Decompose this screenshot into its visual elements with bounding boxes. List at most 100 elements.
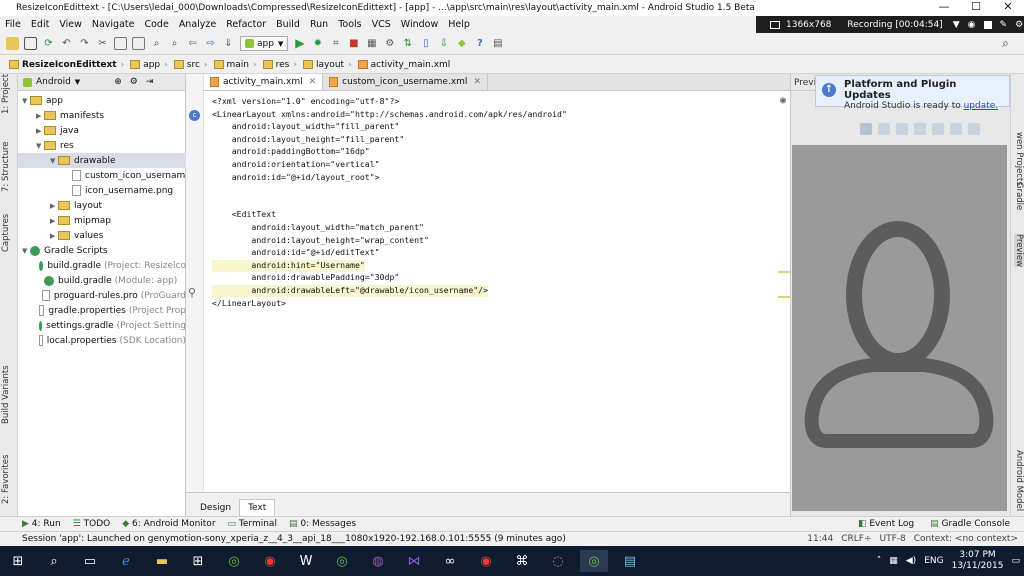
menu-vcs[interactable]: VCS <box>367 19 396 30</box>
chevron-down-icon[interactable]: ▼ <box>22 247 30 255</box>
zoom-out-icon[interactable] <box>914 123 926 135</box>
slack-icon[interactable]: ⌘ <box>508 550 536 572</box>
tab-gradle[interactable]: Gradle <box>1014 182 1024 210</box>
store-icon[interactable]: ⊞ <box>184 550 212 572</box>
dropdown-icon[interactable]: ▼ <box>953 20 960 30</box>
cut-icon[interactable]: ✂ <box>96 37 109 50</box>
hide-panel-icon[interactable]: ⇥ <box>146 77 154 87</box>
tree-item[interactable]: build.gradle (Module: app) <box>18 273 186 288</box>
tab-structure[interactable]: 7: Structure <box>1 141 11 192</box>
find-icon[interactable]: ⌕ <box>150 37 163 50</box>
settings-icon[interactable]: ⚙ <box>130 77 138 87</box>
chevron-down-icon[interactable]: ▼ <box>22 97 30 105</box>
line-separator[interactable]: CRLF÷ <box>841 534 871 544</box>
tab-build-variants[interactable]: Build Variants <box>1 365 11 424</box>
screenshot-icon[interactable] <box>950 123 962 135</box>
edge-icon[interactable]: ℯ <box>112 550 140 572</box>
tool-window-button[interactable]: ▶ 4: Run <box>22 519 61 529</box>
class-icon[interactable]: c <box>189 110 200 121</box>
breadcrumb-item[interactable]: main › <box>211 60 260 70</box>
onenote-icon[interactable]: ◍ <box>364 550 392 572</box>
chevron-down-icon[interactable]: ▼ <box>50 157 58 165</box>
breadcrumb-item[interactable]: ResizeIconEdittext › <box>6 60 127 70</box>
notifications-icon[interactable]: ▭ <box>1011 556 1020 566</box>
close-tab-icon[interactable]: ✕ <box>309 77 317 87</box>
tree-item[interactable]: local.properties (SDK Location) <box>18 333 186 348</box>
tree-item[interactable]: ▶ java <box>18 123 186 138</box>
android-studio-icon[interactable]: ◎ <box>220 550 248 572</box>
tool-window-button[interactable]: ◧ Event Log <box>858 519 914 529</box>
tree-item[interactable]: ▶ mipmap <box>18 213 186 228</box>
caret-position[interactable]: 11:44 <box>807 534 833 544</box>
help-icon[interactable]: ? <box>473 37 486 50</box>
menu-code[interactable]: Code <box>139 19 173 30</box>
project-structure-icon[interactable]: ▦ <box>365 37 378 50</box>
sdk-manager-icon[interactable]: ⇩ <box>437 37 450 50</box>
chevron-right-icon[interactable]: ▶ <box>50 202 58 210</box>
context[interactable]: Context: <no context> <box>914 534 1018 544</box>
replace-icon[interactable]: ⌕ <box>168 37 181 50</box>
menu-edit[interactable]: Edit <box>26 19 54 30</box>
tree-item[interactable]: ▼ Gradle Scripts <box>18 243 186 258</box>
scroll-from-source-icon[interactable]: ⊕ <box>114 77 122 87</box>
menu-tools[interactable]: Tools <box>333 19 366 30</box>
tab-preview[interactable]: Preview <box>1014 234 1024 268</box>
zoom-in-icon[interactable] <box>896 123 908 135</box>
zoom-fit-icon[interactable] <box>860 123 872 135</box>
tree-item[interactable]: ▼ res <box>18 138 186 153</box>
chevron-down-icon[interactable]: ▼ <box>75 78 80 86</box>
run-config-select[interactable]: app ▼ <box>240 36 289 51</box>
breadcrumb-item[interactable]: src › <box>171 60 211 70</box>
chrome-icon[interactable]: ◉ <box>256 550 284 572</box>
settings-icon[interactable]: ⚙ <box>383 37 396 50</box>
android-studio-icon-2[interactable]: ◎ <box>328 550 356 572</box>
redo-icon[interactable]: ↷ <box>78 37 91 50</box>
back-icon[interactable]: ⇦ <box>186 37 199 50</box>
gear-icon[interactable]: ⚙ <box>1015 20 1023 30</box>
android-monitor-icon[interactable]: ◆ <box>455 37 468 50</box>
tree-item[interactable]: build.gradle (Project: Resizelco <box>18 258 186 273</box>
stop-run-icon[interactable]: ■ <box>347 37 360 50</box>
android-studio-active-icon[interactable]: ◎ <box>580 550 608 572</box>
tree-item[interactable]: icon_username.png <box>18 183 186 198</box>
network-icon[interactable]: ▦ <box>889 556 898 566</box>
update-notification[interactable]: ↑ Platform and Plugin Updates Android St… <box>815 75 1010 111</box>
tab-design[interactable]: Design <box>192 500 239 516</box>
app-icon[interactable]: ∞ <box>436 550 464 572</box>
chevron-right-icon[interactable]: ▶ <box>50 232 58 240</box>
camera-icon[interactable]: ◉ <box>968 20 976 30</box>
chrome-icon-2[interactable]: ◉ <box>472 550 500 572</box>
tool-window-button[interactable]: ▭ Terminal <box>228 519 277 529</box>
undo-icon[interactable]: ↶ <box>60 37 73 50</box>
tree-item[interactable]: ▼ drawable <box>18 153 186 168</box>
save-icon[interactable] <box>24 37 37 50</box>
file-explorer-icon[interactable]: ▬ <box>148 550 176 572</box>
tab-maven-projects[interactable]: wen Projects <box>1014 132 1024 186</box>
refresh-icon[interactable] <box>932 123 944 135</box>
preview-settings-icon[interactable] <box>968 123 980 135</box>
stop-icon[interactable] <box>983 20 992 29</box>
menu-analyze[interactable]: Analyze <box>174 19 221 30</box>
menu-help[interactable]: Help <box>443 19 475 30</box>
menu-view[interactable]: View <box>54 19 87 30</box>
tool-window-button[interactable]: ☰ TODO <box>73 519 111 529</box>
notes-icon[interactable]: ▤ <box>491 37 504 50</box>
sync-icon[interactable]: ⟳ <box>42 37 55 50</box>
zoom-actual-icon[interactable] <box>878 123 890 135</box>
tree-item[interactable]: settings.gradle (Project Setting <box>18 318 186 333</box>
encoding[interactable]: UTF-8 <box>880 534 906 544</box>
chevron-right-icon[interactable]: ▶ <box>50 217 58 225</box>
volume-icon[interactable]: ◀) <box>906 556 916 566</box>
tree-item[interactable]: ▼ app <box>18 93 186 108</box>
open-folder-icon[interactable] <box>6 37 19 50</box>
start-icon[interactable]: ⊞ <box>4 550 32 572</box>
tool-window-button[interactable]: ▤ 0: Messages <box>289 519 356 529</box>
avd-manager-icon[interactable]: ▯ <box>419 37 432 50</box>
word-icon[interactable]: W <box>292 550 320 572</box>
tool-window-button[interactable]: ▤ Gradle Console <box>930 519 1010 529</box>
chevron-right-icon[interactable]: ▶ <box>36 112 44 120</box>
breadcrumb-item[interactable]: app › <box>127 60 171 70</box>
tool-window-button[interactable]: ◆ 6: Android Monitor <box>122 519 215 529</box>
breadcrumb-item[interactable]: activity_main.xml <box>355 60 454 70</box>
menu-navigate[interactable]: Navigate <box>87 19 140 30</box>
